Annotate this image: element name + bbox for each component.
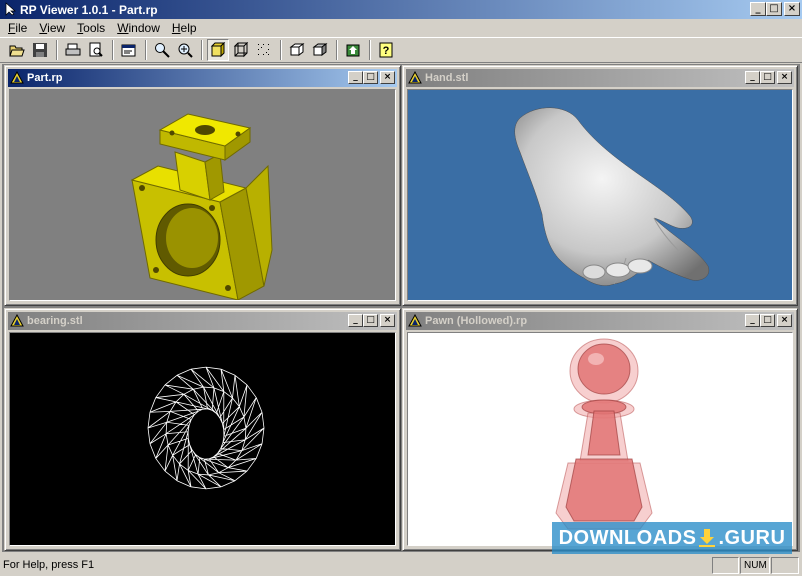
window-hand[interactable]: Hand.stl _ □ × [402,65,798,306]
save-button[interactable] [29,39,51,61]
maximize-button[interactable]: □ [363,314,378,327]
mdi-client-area: Part.rp _ □ × Hand.stl _ □ × bearing.stl… [2,64,800,552]
window-part-title: Part.rp [27,72,63,84]
toolbar-separator [112,40,114,60]
window-bearing-titlebar[interactable]: bearing.stl _ □ × [8,312,397,330]
status-panel-scroll [771,557,799,574]
window-pawn-title: Pawn (Hollowed).rp [425,315,528,327]
status-help-text: For Help, press F1 [3,559,95,571]
menu-help[interactable]: Help [166,21,203,35]
status-panel-caps [712,557,739,574]
save-icon [33,43,47,57]
print-preview-button[interactable] [85,39,107,61]
box-button[interactable] [286,39,308,61]
points-view-icon [258,44,269,55]
solid-view-button[interactable] [207,39,229,61]
download-arrow-icon [699,529,716,547]
app-title: RP Viewer 1.0.1 - Part.rp [20,2,158,17]
maximize-button[interactable]: □ [760,71,775,84]
status-bar: For Help, press F1 NUM [0,554,802,576]
bearing-wireframe [147,366,265,490]
points-view-button[interactable] [253,39,275,61]
close-button[interactable]: × [777,71,792,84]
window-hand-titlebar[interactable]: Hand.stl _ □ × [406,69,794,87]
box-icon [289,43,305,56]
window-part[interactable]: Part.rp _ □ × [4,65,401,306]
minimize-button[interactable]: _ [750,2,766,16]
toolbar-separator [56,40,58,60]
part-model [130,113,273,300]
print-button[interactable] [62,39,84,61]
help-icon: ? [379,42,393,58]
export-button[interactable] [342,39,364,61]
rp-document-icon [408,314,422,327]
svg-text:?: ? [383,45,390,57]
box-shaded-button[interactable] [309,39,331,61]
watermark-text-left: DOWNLOADS [558,526,697,549]
zoom-in-button[interactable] [174,39,196,61]
close-button[interactable]: × [784,2,800,16]
menu-bar: File View Tools Window Help [0,19,802,37]
zoom-button[interactable] [151,39,173,61]
toolbar: ? [0,37,802,63]
minimize-button[interactable]: _ [745,71,760,84]
rp-document-icon [10,71,24,84]
watermark-text-right: .GURU [718,526,786,549]
box-shaded-icon [312,43,328,56]
maximize-button[interactable]: □ [760,314,775,327]
toolbar-separator [201,40,203,60]
status-panel-num: NUM [740,557,770,574]
window-hand-title: Hand.stl [425,72,469,84]
stl-document-icon [10,314,24,327]
wireframe-view-icon [233,42,249,58]
toolbar-separator [145,40,147,60]
minimize-button[interactable]: _ [348,314,363,327]
close-button[interactable]: × [380,71,395,84]
close-button[interactable]: × [777,314,792,327]
properties-icon [121,44,136,57]
hand-model [514,107,710,286]
bearing-viewport[interactable] [9,332,396,546]
properties-button[interactable] [118,39,140,61]
downloads-guru-watermark: DOWNLOADS .GURU [552,522,792,554]
print-icon [65,43,81,56]
menu-view[interactable]: View [33,21,71,35]
part-viewport[interactable] [9,89,396,301]
window-pawn[interactable]: Pawn (Hollowed).rp _ □ × [402,308,798,551]
toolbar-separator [280,40,282,60]
close-button[interactable]: × [380,314,395,327]
minimize-button[interactable]: _ [745,314,760,327]
menu-file[interactable]: File [2,21,33,35]
hand-viewport[interactable] [407,89,793,301]
window-part-titlebar[interactable]: Part.rp _ □ × [8,69,397,87]
menu-tools[interactable]: Tools [71,21,111,35]
open-icon [9,45,25,57]
help-button[interactable]: ? [375,39,397,61]
window-pawn-titlebar[interactable]: Pawn (Hollowed).rp _ □ × [406,312,794,330]
zoom-icon [155,43,170,58]
window-bearing-title: bearing.stl [27,315,83,327]
toolbar-separator [369,40,371,60]
menu-window[interactable]: Window [111,21,166,35]
maximize-button[interactable]: □ [363,71,378,84]
pawn-viewport[interactable] [407,332,793,546]
minimize-button[interactable]: _ [348,71,363,84]
zoom-in-icon [178,43,193,58]
solid-view-icon [210,42,226,58]
bearing-mesh [147,366,265,490]
wireframe-view-button[interactable] [230,39,252,61]
print-preview-icon [89,42,103,57]
pawn-model [555,338,653,530]
app-titlebar: RP Viewer 1.0.1 - Part.rp _ □ × [0,0,802,19]
app-icon [5,2,16,16]
open-button[interactable] [6,39,28,61]
stl-document-icon [408,71,422,84]
restore-button[interactable]: □ [766,2,782,16]
export-icon [346,44,360,57]
window-bearing[interactable]: bearing.stl _ □ × [4,308,401,551]
toolbar-separator [336,40,338,60]
